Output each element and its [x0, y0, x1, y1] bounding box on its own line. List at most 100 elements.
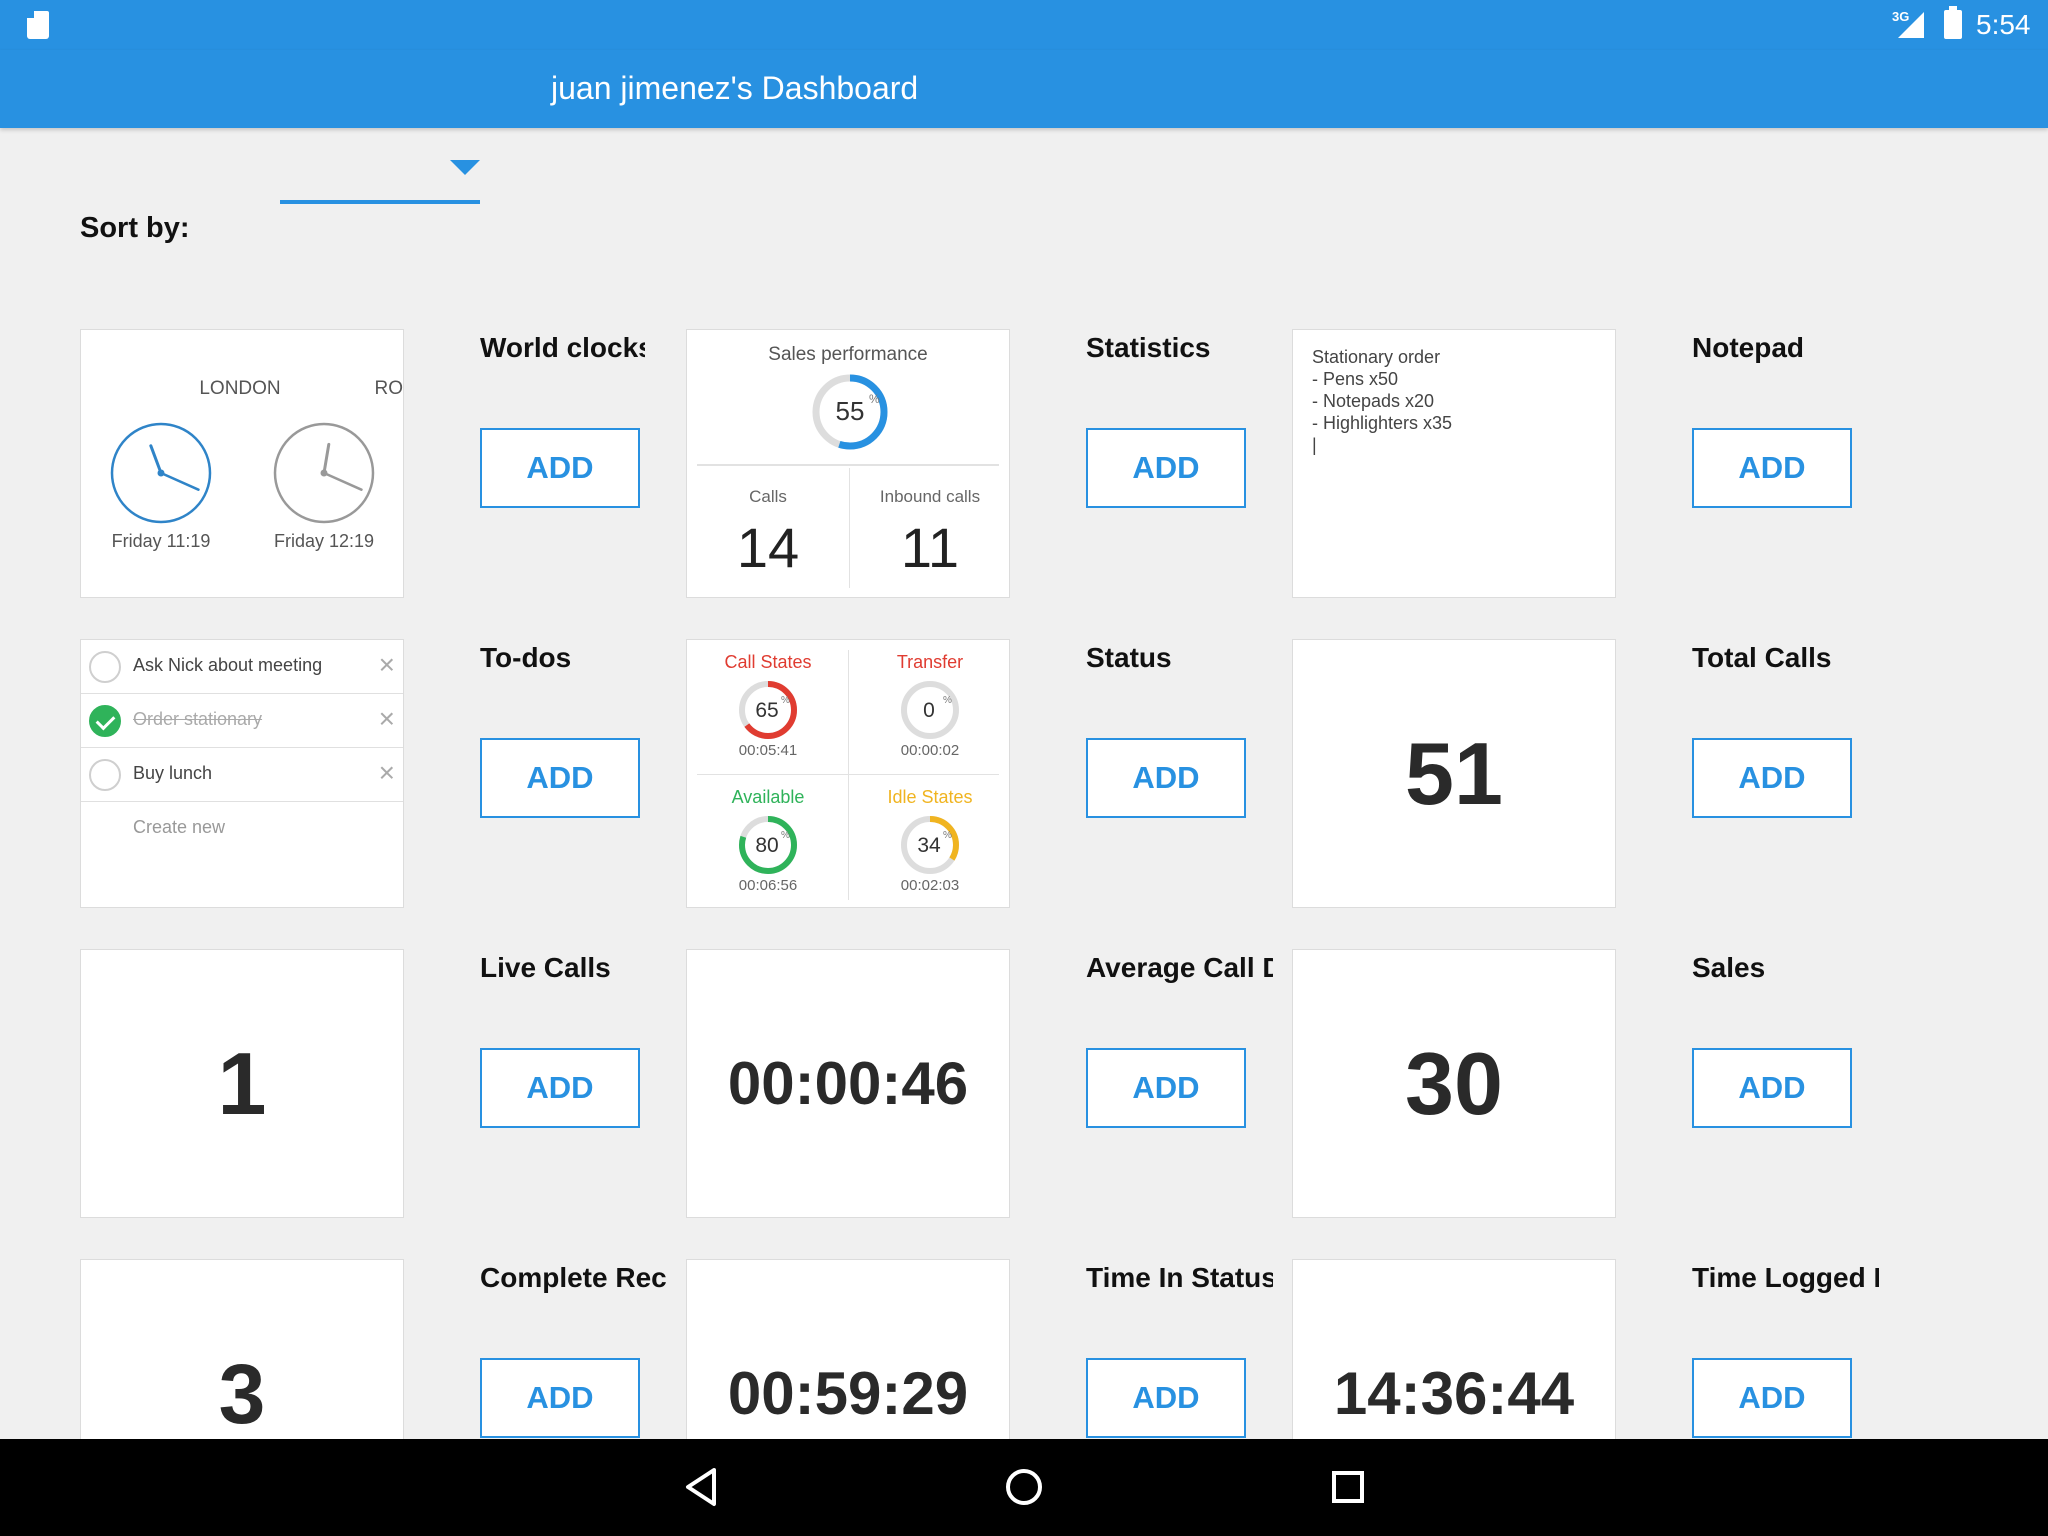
widget-title-todos: To-dos — [480, 642, 572, 673]
todo-item: Ask Nick about meeting × — [81, 640, 403, 694]
widget-title-total-calls: Total Calls — [1692, 642, 1832, 673]
sales-value: 30 — [1405, 1033, 1503, 1133]
status-state-percent-sign: % — [943, 830, 952, 841]
status-state-ring: 34% — [901, 816, 959, 874]
statistics-preview: Sales performance 55 % Calls Inbound cal… — [686, 329, 1010, 598]
average-call-duration-preview: 00:00:46 — [686, 949, 1010, 1218]
widget-title-status: Status — [1086, 642, 1172, 673]
add-statistics-button[interactable]: ADD — [1086, 428, 1246, 508]
status-state-title: Available — [731, 787, 805, 807]
add-time-logged-in-button[interactable]: ADD — [1692, 1358, 1852, 1438]
todo-create-new: Create new — [133, 817, 226, 837]
todo-text: Buy lunch — [133, 763, 213, 783]
sd-card-icon — [27, 11, 49, 39]
todo-text: Ask Nick about meeting — [133, 655, 323, 675]
live-calls-preview: 1 — [80, 949, 404, 1218]
status-state-percent-sign: % — [781, 830, 790, 841]
clock-date: Friday 11:19 — [111, 531, 211, 551]
calls-label: Calls — [749, 487, 787, 506]
add-total-calls-button[interactable]: ADD — [1692, 738, 1852, 818]
add-todos-button[interactable]: ADD — [480, 738, 640, 818]
status-preview: Call States 65% 00:05:41 Transfer 0% 00:00:02… — [686, 639, 1010, 908]
sales-performance-percent-sign: % — [869, 392, 880, 406]
status-state-percent: 80 — [755, 834, 778, 857]
widget-title-notepad: Notepad — [1692, 332, 1804, 363]
status-state-percent-sign: % — [781, 695, 790, 706]
widget-title-average-call-duration: Average Call Du — [1086, 952, 1273, 983]
inbound-calls-label: Inbound calls — [879, 487, 981, 506]
status-state-ring: 80% — [739, 816, 797, 874]
add-sales-button[interactable]: ADD — [1692, 1048, 1852, 1128]
page-title: juan jimenez's Dashboard — [551, 70, 919, 106]
todo-item: Buy lunch × — [81, 748, 403, 802]
clock-city: LONDON — [199, 378, 281, 399]
status-state-time: 00:06:56 — [738, 877, 798, 894]
live-calls-value: 1 — [217, 1033, 267, 1133]
add-complete-records-button[interactable]: ADD — [480, 1358, 640, 1438]
add-time-in-status-button[interactable]: ADD — [1086, 1358, 1246, 1438]
widget-title-statistics: Statistics — [1086, 332, 1211, 363]
recents-icon[interactable] — [1332, 1471, 1364, 1503]
rome-clock-icon — [273, 422, 375, 524]
london-clock-icon — [110, 422, 212, 524]
widget-title-time-logged-in: Time Logged In — [1692, 1262, 1879, 1293]
close-icon: × — [378, 757, 395, 788]
status-state-title: Idle States — [887, 787, 973, 807]
add-average-call-duration-button[interactable]: ADD — [1086, 1048, 1246, 1128]
average-call-duration-value: 00:00:46 — [727, 1050, 969, 1117]
status-state-title: Transfer — [896, 652, 964, 672]
sales-performance-percent: 55 — [836, 396, 865, 426]
status-state-percent: 34 — [917, 834, 941, 857]
battery-icon — [1944, 6, 1962, 39]
total-calls-value: 51 — [1405, 723, 1503, 823]
notepad-text: Stationary order - Pens x50 - Notepads x… — [1312, 347, 1453, 455]
close-icon: × — [378, 703, 395, 734]
add-world-clocks-button[interactable]: ADD — [480, 428, 640, 508]
status-time: 5:54 — [1976, 9, 2031, 40]
signal-icon — [1898, 12, 1924, 38]
app-bar: juan jimenez's Dashboard — [0, 50, 2048, 128]
add-notepad-button[interactable]: ADD — [1692, 428, 1852, 508]
clock-city: ROME — [374, 378, 404, 399]
world-clocks-preview: LONDON ROME Friday 11:19 Friday 12:19 — [80, 329, 404, 598]
widget-title-live-calls: Live Calls — [480, 952, 611, 983]
status-state-time: 00:02:03 — [900, 877, 960, 894]
todo-text: Order stationary — [133, 709, 263, 729]
status-state-percent-sign: % — [943, 695, 952, 706]
add-status-button[interactable]: ADD — [1086, 738, 1246, 818]
inbound-calls-value: 11 — [900, 516, 960, 579]
widget-title-world-clocks: World clocks — [480, 332, 645, 363]
dropdown-arrow-icon — [450, 160, 480, 175]
sort-dropdown[interactable] — [280, 150, 480, 204]
sales-preview: 30 — [1292, 949, 1616, 1218]
divider — [848, 650, 849, 900]
calls-value: 14 — [736, 516, 800, 579]
status-state-ring: 65% — [739, 681, 797, 739]
divider — [697, 464, 999, 466]
widget-title-time-in-status: Time In Status — [1086, 1262, 1273, 1293]
divider — [697, 774, 999, 775]
widget-title-sales: Sales — [1692, 952, 1766, 983]
todo-checkbox-checked — [89, 705, 121, 737]
status-state-ring: 0% — [901, 681, 959, 739]
todos-preview: Ask Nick about meeting × Order stationar… — [80, 639, 404, 908]
close-icon: × — [378, 649, 395, 680]
sort-label: Sort by: — [80, 212, 190, 244]
widget-title-complete-records: Complete Reco — [480, 1262, 667, 1293]
total-calls-preview: 51 — [1292, 639, 1616, 908]
todo-item: Order stationary × — [81, 694, 403, 748]
add-live-calls-button[interactable]: ADD — [480, 1048, 640, 1128]
navigation-bar — [0, 1439, 2048, 1536]
todo-checkbox — [89, 651, 121, 683]
status-state-time: 00:05:41 — [738, 742, 798, 759]
home-icon[interactable] — [1006, 1469, 1042, 1505]
status-state-time: 00:00:02 — [900, 742, 960, 759]
notepad-preview: Stationary order - Pens x50 - Notepads x… — [1292, 329, 1616, 598]
status-bar: 3G 5:54 — [0, 0, 2048, 50]
sales-performance-ring: 55 % — [812, 374, 888, 450]
todo-checkbox — [89, 759, 121, 791]
status-state-percent: 65 — [755, 699, 778, 722]
clock-date: Friday 12:19 — [273, 531, 375, 551]
back-icon[interactable] — [684, 1467, 718, 1507]
status-state-title: Call States — [724, 652, 812, 672]
